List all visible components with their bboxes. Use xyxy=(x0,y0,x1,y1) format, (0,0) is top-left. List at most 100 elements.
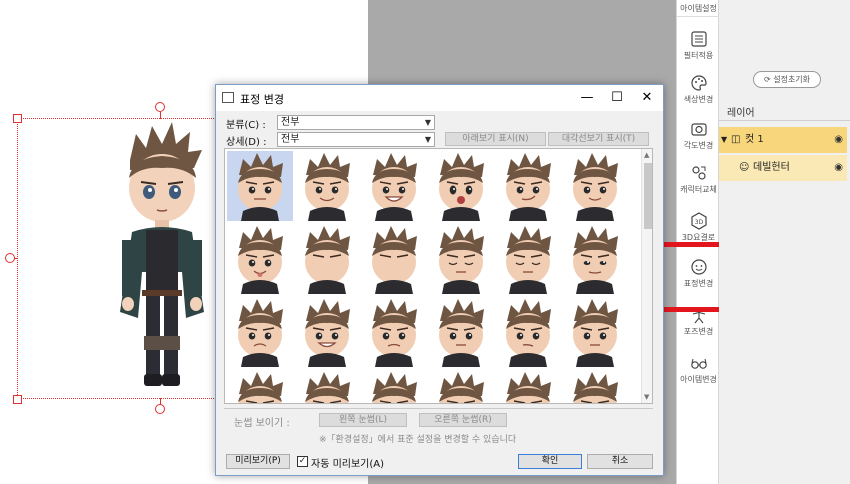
tool-color[interactable]: 색상변경 xyxy=(677,74,720,105)
expression-thumbnail[interactable] xyxy=(361,370,427,403)
layer-panel: ⟳ 설정초기화 레이어 ▼ ◫ 컷 1 ◉ ☺ 데빌헌터 ◉ xyxy=(719,0,850,484)
expression-thumbnail[interactable] xyxy=(227,370,293,403)
face-thumbnail-icon xyxy=(439,372,484,403)
right-eyebrow-button[interactable]: 오른쪽 눈썹(R) xyxy=(419,413,507,427)
tool-filter[interactable]: 필터적용 xyxy=(677,30,720,61)
eyebrow-label: 눈썹 보이기 : xyxy=(234,418,290,429)
grid-scrollbar[interactable]: ▲ ▼ xyxy=(641,149,652,403)
tool-character-swap-label: 캐릭터교체 xyxy=(680,185,717,194)
detail-label: 상세(D) : xyxy=(226,137,267,148)
face-thumbnail-icon xyxy=(372,153,417,221)
tool-angle[interactable]: 각도변경 xyxy=(677,120,720,151)
face-thumbnail-icon xyxy=(573,153,618,221)
category-label: 분류(C) : xyxy=(226,120,266,131)
preview-button[interactable]: 미리보기(P) xyxy=(226,454,290,469)
face-thumbnail-icon xyxy=(238,299,283,367)
left-eyebrow-button[interactable]: 왼쪽 눈썹(L) xyxy=(319,413,407,427)
rotate-handle-bottom[interactable] xyxy=(155,404,165,414)
expression-thumbnail[interactable] xyxy=(562,370,628,403)
character-swap-icon xyxy=(691,166,706,180)
dialog-titlebar[interactable]: 표정 변경 — ☐ ✕ xyxy=(216,85,663,111)
window-app-icon xyxy=(222,92,234,103)
expression-thumbnail[interactable] xyxy=(562,297,628,367)
dialog-title: 표정 변경 xyxy=(240,93,284,106)
resize-handle-top-left[interactable] xyxy=(13,114,22,123)
expression-thumbnail[interactable] xyxy=(294,151,360,221)
expression-thumbnail[interactable] xyxy=(361,151,427,221)
expression-thumbnail[interactable] xyxy=(495,297,561,367)
face-thumbnail-icon xyxy=(506,299,551,367)
layer-row-cut[interactable]: ▼ ◫ 컷 1 ◉ xyxy=(719,127,847,153)
reset-icon: ⟳ xyxy=(763,75,774,84)
palette-icon xyxy=(690,75,707,91)
settings-note: ※「환경설정」에서 표준 설정을 변경할 수 있습니다 xyxy=(319,435,517,445)
eye-icon[interactable]: ◉ xyxy=(834,155,843,181)
expression-thumbnail[interactable] xyxy=(294,370,360,403)
maximize-button[interactable]: ☐ xyxy=(602,85,632,111)
auto-preview-checkbox[interactable]: ✓ xyxy=(297,456,308,467)
expression-thumbnail[interactable] xyxy=(428,224,494,294)
face-thumbnail-icon xyxy=(238,226,283,294)
tool-angle-label: 각도변경 xyxy=(683,141,714,150)
scroll-down-icon[interactable]: ▼ xyxy=(644,393,649,401)
preview-below-button[interactable]: 아래보기 표시(N) xyxy=(445,132,546,146)
expression-grid[interactable]: ▲ ▼ xyxy=(224,148,653,404)
layer-divider xyxy=(719,120,850,121)
face-thumbnail-icon xyxy=(305,153,350,221)
expression-thumbnail[interactable] xyxy=(227,151,293,221)
expression-thumbnail[interactable] xyxy=(562,151,628,221)
face-thumbnail-icon xyxy=(439,299,484,367)
glasses-icon xyxy=(690,358,707,369)
resize-handle-bottom-left[interactable] xyxy=(13,395,22,404)
expression-thumbnail[interactable] xyxy=(428,370,494,403)
expression-thumbnail[interactable] xyxy=(227,297,293,367)
tool-3d[interactable]: 3D 3D요결로 xyxy=(677,212,720,243)
layer-name-cut: 컷 1 xyxy=(745,134,764,145)
rotate-handle-top[interactable] xyxy=(155,102,165,112)
detail-select[interactable]: 전부 ▼ xyxy=(277,132,435,147)
layer-panel-title: 레이어 xyxy=(727,108,755,119)
face-thumbnail-icon xyxy=(305,226,350,294)
expression-thumbnail[interactable] xyxy=(495,151,561,221)
expression-thumbnail[interactable] xyxy=(294,297,360,367)
eyebrow-panel: 눈썹 보이기 : 왼쪽 눈썹(L) 오른쪽 눈썹(R) ※「환경설정」에서 표준… xyxy=(224,408,653,446)
tool-filter-label: 필터적용 xyxy=(683,51,714,60)
frame-icon: ◫ xyxy=(731,134,741,145)
tool-character-swap[interactable]: 캐릭터교체 xyxy=(677,164,720,195)
reset-settings-button[interactable]: ⟳ 설정초기화 xyxy=(753,71,821,88)
layer-row-character[interactable]: ☺ 데빌헌터 ◉ xyxy=(719,155,847,181)
preview-diagonal-button[interactable]: 대각선보기 표시(T) xyxy=(548,132,649,146)
face-thumbnail-icon xyxy=(439,153,484,221)
expression-thumbnail[interactable] xyxy=(361,297,427,367)
expand-arrow-icon[interactable]: ▼ xyxy=(721,127,727,153)
tool-item[interactable]: 아이템변경 xyxy=(677,354,720,385)
expression-thumbnail[interactable] xyxy=(495,370,561,403)
ok-button[interactable]: 확인 xyxy=(518,454,582,469)
cancel-button[interactable]: 취소 xyxy=(587,454,653,469)
scroll-up-icon[interactable]: ▲ xyxy=(644,151,649,159)
tool-panel-header: 아이템설정 xyxy=(677,0,720,17)
expression-thumbnail[interactable] xyxy=(562,224,628,294)
close-button[interactable]: ✕ xyxy=(632,85,662,111)
character-figure[interactable] xyxy=(112,122,212,390)
expression-thumbnail[interactable] xyxy=(227,224,293,294)
minimize-button[interactable]: — xyxy=(572,85,602,111)
tool-item-label: 아이템변경 xyxy=(680,375,717,384)
eye-icon[interactable]: ◉ xyxy=(834,127,843,153)
rotate-handle-line-left xyxy=(14,258,18,259)
expression-dialog: 표정 변경 — ☐ ✕ 분류(C) : 전부 ▼ 상세(D) : 전부 ▼ 아래… xyxy=(215,84,664,476)
expression-thumbnail[interactable] xyxy=(428,297,494,367)
expression-thumbnail[interactable] xyxy=(428,151,494,221)
layer-name-character: 데빌헌터 xyxy=(753,162,790,173)
expression-thumbnail[interactable] xyxy=(495,224,561,294)
face-thumbnail-icon xyxy=(305,299,350,367)
auto-preview-label: 자동 미리보기(A) xyxy=(311,459,385,470)
face-thumbnail-icon xyxy=(372,299,417,367)
category-select[interactable]: 전부 ▼ xyxy=(277,115,435,130)
tool-color-label: 색상변경 xyxy=(683,95,714,104)
svg-text:3D: 3D xyxy=(694,219,703,226)
scrollbar-thumb[interactable] xyxy=(644,163,652,229)
expression-thumbnail[interactable] xyxy=(294,224,360,294)
face-thumbnail-icon xyxy=(372,372,417,403)
expression-thumbnail[interactable] xyxy=(361,224,427,294)
